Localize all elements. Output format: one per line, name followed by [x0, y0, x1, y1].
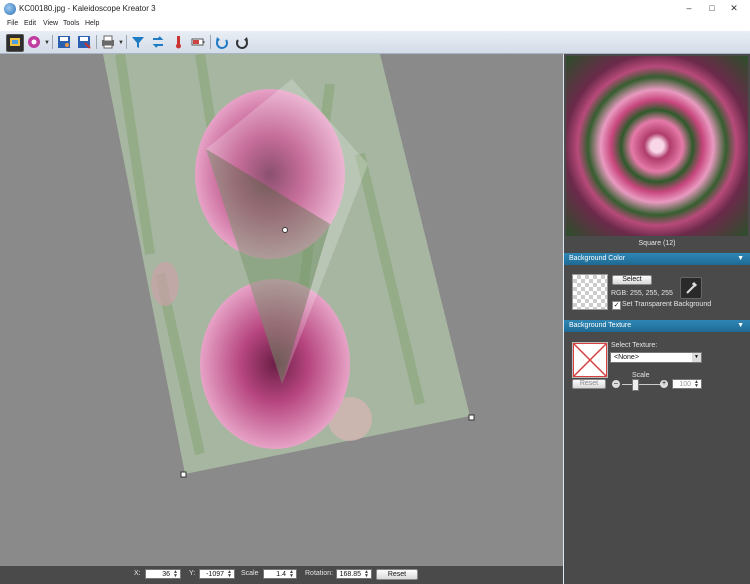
menu-tools[interactable]: Tools	[63, 20, 79, 27]
open-image-icon[interactable]	[6, 34, 24, 52]
color-swatch[interactable]	[572, 274, 608, 310]
image-canvas[interactable]	[0, 54, 563, 566]
redo-icon[interactable]	[234, 34, 250, 50]
texture-preview[interactable]	[572, 342, 608, 378]
background-color-header[interactable]: Background Color ▼	[564, 253, 750, 265]
menu-edit[interactable]: Edit	[24, 20, 36, 27]
menu-bar: File Edit View Tools Help	[0, 18, 750, 31]
scale-decrease-icon[interactable]: –	[612, 380, 620, 388]
toolbar: ▼ ▼	[0, 31, 750, 54]
reset-button[interactable]: Reset	[376, 569, 418, 580]
title-bar: KC00180.jpg - Kaleidoscope Kreator 3 – □…	[0, 0, 750, 18]
center-handle[interactable]	[282, 227, 288, 233]
rotation-label: Rotation:	[305, 570, 334, 577]
spinner-icon[interactable]: ▲ ▼	[693, 380, 700, 389]
scale-slider-track[interactable]	[622, 384, 662, 385]
texture-select[interactable]: <None> ▼	[610, 352, 702, 363]
minimize-icon[interactable]: –	[682, 2, 696, 14]
transparent-checkbox[interactable]: ✓	[612, 301, 621, 310]
preview-image	[566, 56, 748, 236]
transform-bar: X: 36 ▲ ▼ Y: -1097 ▲ ▼ Scale 1.4 ▲ ▼ Rotation:…	[0, 566, 563, 584]
thermometer-icon[interactable]	[170, 34, 186, 50]
kaleidoscope-settings-icon[interactable]	[26, 34, 42, 50]
save-image-icon[interactable]	[56, 34, 72, 50]
save-as-icon[interactable]	[76, 34, 92, 50]
maximize-icon[interactable]: □	[705, 2, 719, 14]
undo-icon[interactable]	[214, 34, 230, 50]
swap-arrows-icon[interactable]	[150, 34, 166, 50]
transparent-label: Set Transparent Background	[622, 301, 712, 308]
background-texture-header[interactable]: Background Texture ▼	[564, 320, 750, 332]
side-panel: Square (12) Background Color ▼ Select RG…	[564, 54, 750, 584]
y-input[interactable]: -1097 ▲ ▼	[199, 569, 235, 579]
scale-value-field[interactable]: 100 ▲ ▼	[672, 379, 702, 389]
eyedropper-icon[interactable]	[680, 277, 702, 299]
x-input[interactable]: 36 ▲ ▼	[145, 569, 181, 579]
app-icon	[4, 3, 16, 15]
rotation-input[interactable]: 168.85 ▲ ▼	[336, 569, 372, 579]
scale-increase-icon[interactable]: +	[660, 380, 668, 388]
funnel-icon[interactable]	[130, 34, 146, 50]
y-label: Y:	[189, 570, 196, 577]
chevron-down-icon[interactable]: ▼	[44, 40, 50, 46]
battery-icon[interactable]	[190, 34, 206, 50]
window-title: KC00180.jpg - Kaleidoscope Kreator 3	[19, 4, 156, 13]
scale-label: Scale	[632, 372, 650, 379]
corner-handle[interactable]	[180, 471, 187, 478]
rgb-value-text: RGB: 255, 255, 255	[611, 290, 673, 297]
scale-label: Scale	[241, 570, 259, 577]
select-color-button[interactable]: Select	[612, 275, 652, 285]
menu-file[interactable]: File	[7, 20, 18, 27]
corner-handle[interactable]	[468, 414, 475, 421]
print-icon[interactable]	[100, 34, 116, 50]
print-dropdown-icon[interactable]: ▼	[118, 40, 124, 46]
menu-view[interactable]: View	[43, 20, 58, 27]
preview-label: Square (12)	[638, 240, 676, 247]
texture-reset-button[interactable]: Reset	[572, 379, 606, 389]
collapse-icon[interactable]: ▼	[737, 253, 744, 265]
collapse-icon[interactable]: ▼	[737, 320, 744, 332]
scale-slider-thumb[interactable]	[632, 379, 639, 391]
close-icon[interactable]: ✕	[727, 2, 741, 14]
menu-help[interactable]: Help	[85, 20, 99, 27]
scale-input[interactable]: 1.4 ▲ ▼	[263, 569, 297, 579]
select-texture-label: Select Texture:	[611, 342, 658, 349]
chevron-down-icon[interactable]: ▼	[692, 353, 701, 362]
x-label: X:	[134, 570, 141, 577]
